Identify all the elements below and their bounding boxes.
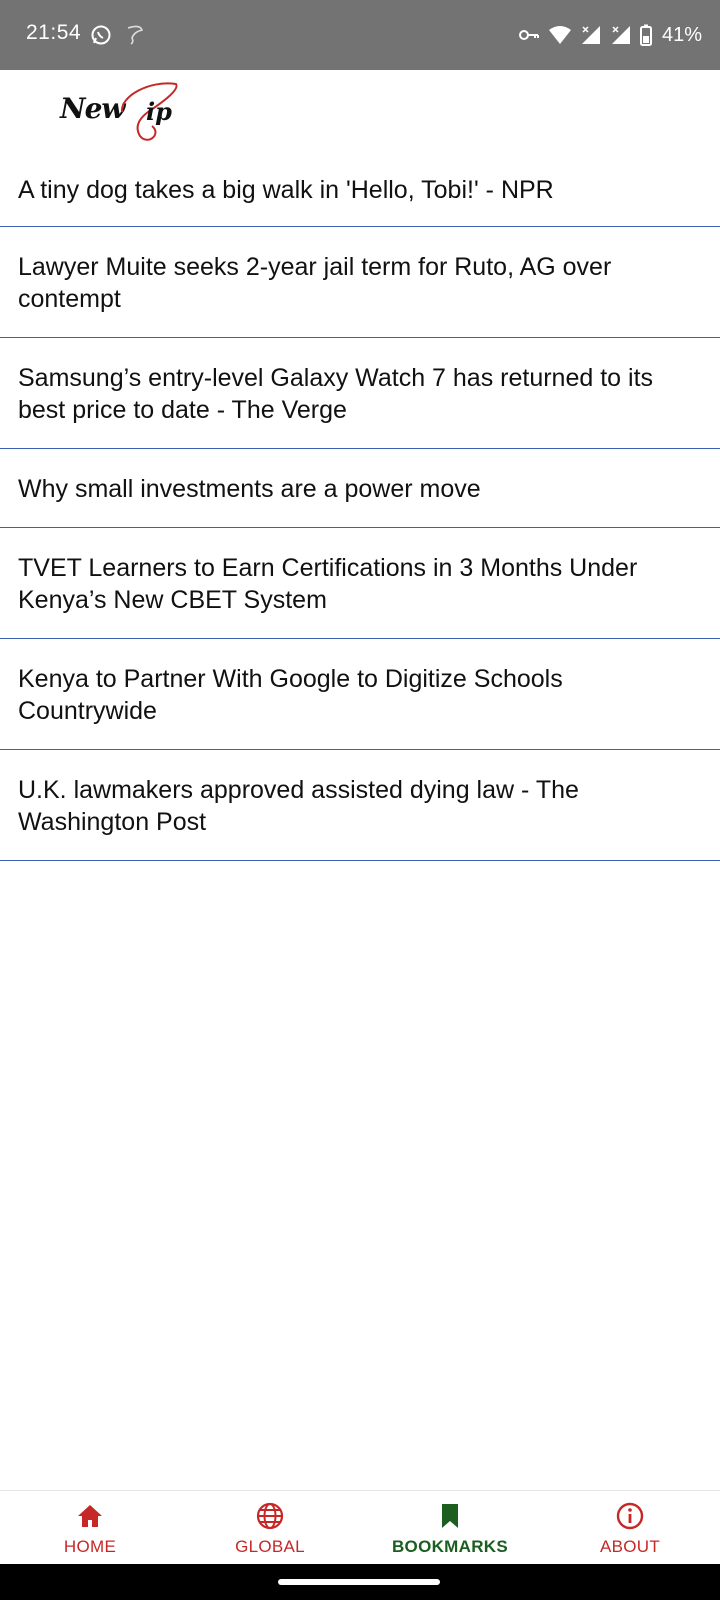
news-title: TVET Learners to Earn Certifications in …: [18, 554, 638, 614]
nav-bookmarks[interactable]: BOOKMARKS: [360, 1491, 540, 1565]
signal-icon: [580, 24, 602, 46]
vpn-key-icon: [518, 27, 540, 43]
nav-global-label: GLOBAL: [235, 1537, 305, 1556]
nav-bookmarks-label: BOOKMARKS: [391, 1537, 509, 1556]
news-item[interactable]: Samsung’s entry-level Galaxy Watch 7 has…: [0, 338, 720, 449]
news-title: Kenya to Partner With Google to Digitize…: [18, 665, 563, 725]
notification-icon: [122, 23, 146, 47]
newsip-logo: New ip: [50, 74, 190, 146]
status-bar: 21:54 41%: [0, 0, 720, 70]
signal-icon: [610, 24, 632, 46]
battery-percent: 41%: [661, 23, 702, 46]
news-item[interactable]: Lawyer Muite seeks 2-year jail term for …: [0, 227, 720, 338]
nav-global[interactable]: GLOBAL: [180, 1491, 360, 1565]
nav-home[interactable]: HOME: [0, 1491, 180, 1565]
news-title: Why small investments are a power move: [18, 475, 481, 503]
nav-home-label: HOME: [63, 1537, 117, 1556]
news-title: Lawyer Muite seeks 2-year jail term for …: [18, 253, 612, 313]
nav-about-label: ABOUT: [599, 1537, 661, 1556]
bookmark-icon: [435, 1501, 465, 1531]
bottom-nav: HOME GLOBAL BOOKMARKS ABOUT: [0, 1490, 720, 1565]
wifi-icon: [548, 25, 572, 45]
news-item[interactable]: A tiny dog takes a big walk in 'Hello, T…: [0, 150, 720, 227]
news-title: Samsung’s entry-level Galaxy Watch 7 has…: [18, 364, 654, 424]
news-item[interactable]: TVET Learners to Earn Certifications in …: [0, 528, 720, 639]
whatsapp-icon: [90, 24, 112, 46]
nav-about[interactable]: ABOUT: [540, 1491, 720, 1565]
news-item[interactable]: U.K. lawmakers approved assisted dying l…: [0, 750, 720, 861]
news-item[interactable]: Kenya to Partner With Google to Digitize…: [0, 639, 720, 750]
battery-icon: [639, 24, 652, 46]
app-header: New ip: [0, 70, 720, 150]
gesture-bar: [0, 1564, 720, 1600]
globe-icon: [255, 1501, 285, 1531]
status-time: 21:54: [26, 21, 82, 44]
news-item[interactable]: Why small investments are a power move: [0, 449, 720, 528]
svg-text:ip: ip: [146, 97, 172, 126]
info-icon: [615, 1501, 645, 1531]
news-list: A tiny dog takes a big walk in 'Hello, T…: [0, 150, 720, 861]
home-gesture-handle[interactable]: [278, 1579, 440, 1585]
news-title: U.K. lawmakers approved assisted dying l…: [18, 776, 579, 836]
home-icon: [75, 1501, 105, 1531]
news-title: A tiny dog takes a big walk in 'Hello, T…: [18, 176, 554, 204]
